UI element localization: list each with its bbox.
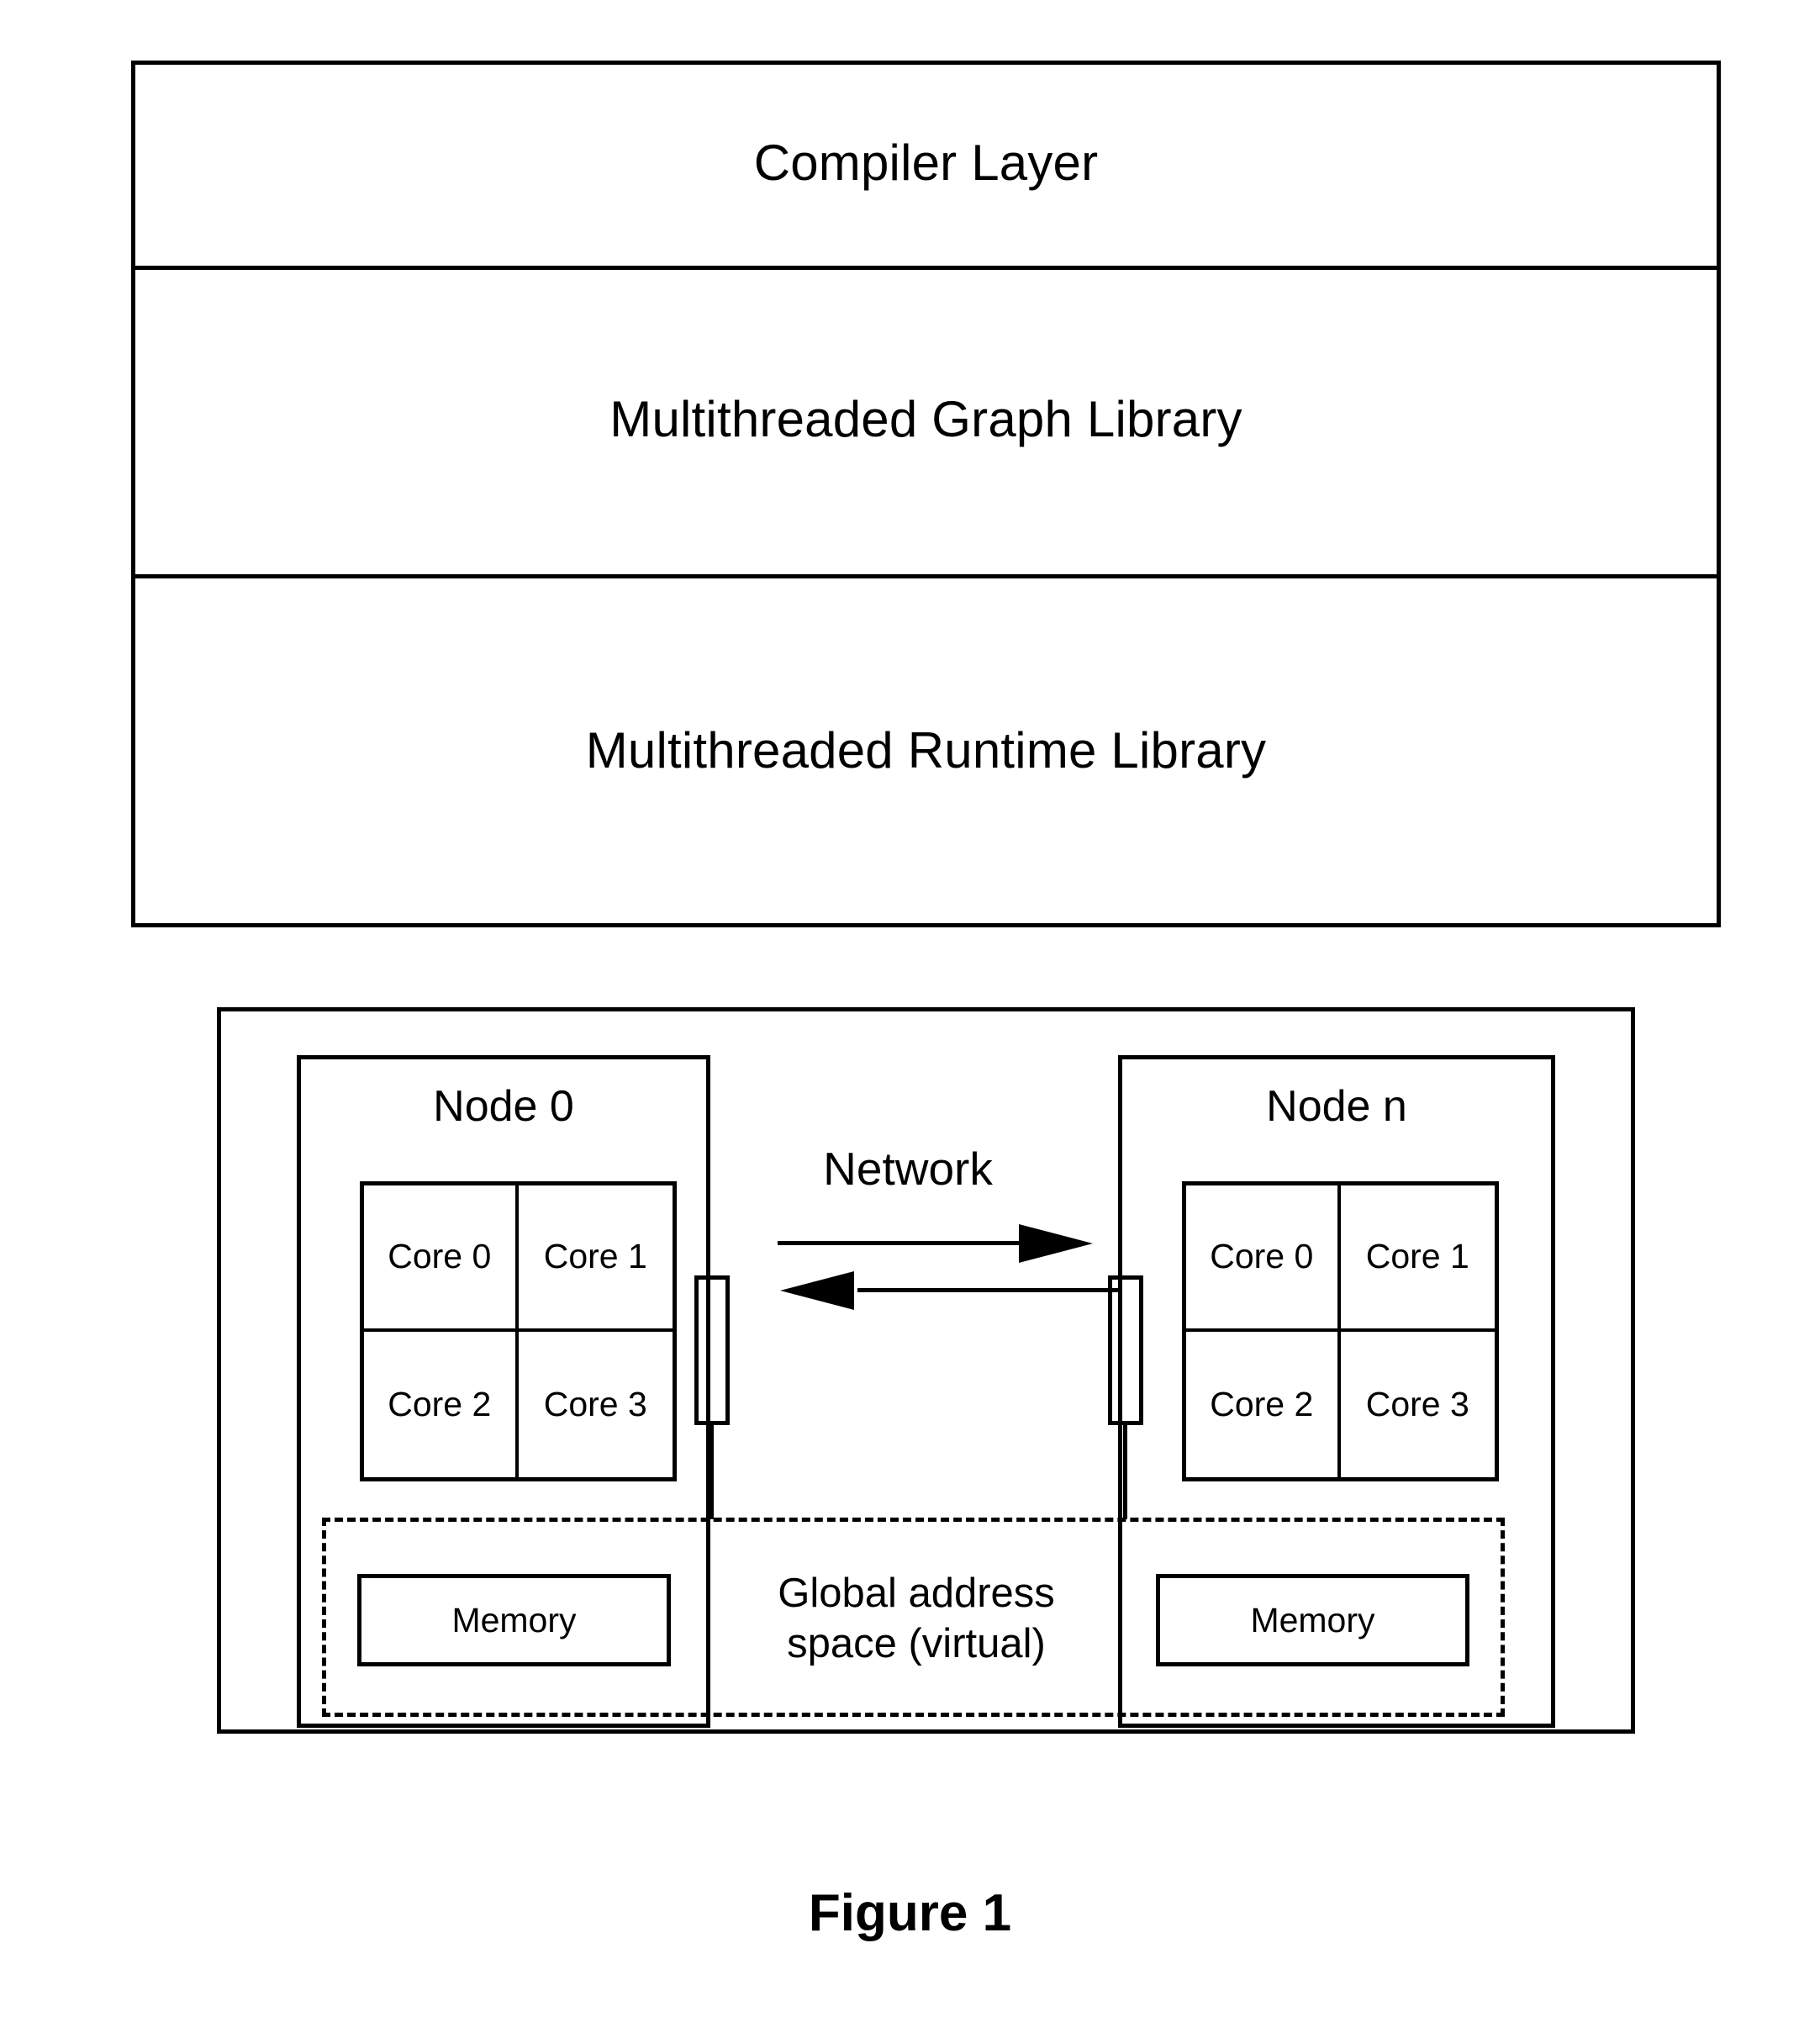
node-0-core-grid: Core 0 Core 1 Core 2 Core 3 bbox=[360, 1181, 677, 1481]
layer-label-runtime-library: Multithreaded Runtime Library bbox=[585, 721, 1267, 779]
node-n-core-1: Core 1 bbox=[1340, 1185, 1495, 1332]
node-n-core-grid: Core 0 Core 1 Core 2 Core 3 bbox=[1182, 1181, 1499, 1481]
node-0-nic-to-gas-connector bbox=[710, 1425, 714, 1519]
node-0-memory-box: Memory bbox=[357, 1574, 671, 1666]
node-n-memory-box: Memory bbox=[1156, 1574, 1469, 1666]
figure-caption: Figure 1 bbox=[808, 1884, 1012, 1942]
node-0-core-3: Core 3 bbox=[543, 1384, 647, 1423]
network-arrow-left-head bbox=[780, 1271, 854, 1310]
node-0-core-2: Core 2 bbox=[364, 1331, 519, 1477]
node-n-nic-to-gas-connector bbox=[1123, 1425, 1127, 1519]
node-n-core-0: Core 0 bbox=[1186, 1185, 1341, 1332]
network-arrow-right-head bbox=[1019, 1224, 1093, 1263]
network-label: Network bbox=[823, 1142, 993, 1195]
node-n-core-2: Core 2 bbox=[1186, 1331, 1341, 1477]
node-n-network-interface bbox=[1108, 1275, 1143, 1425]
network-arrow-right-shaft bbox=[778, 1241, 1038, 1245]
network-arrow-left-shaft bbox=[857, 1288, 1118, 1292]
node-0-core-0: Core 0 bbox=[364, 1185, 519, 1332]
layer-label-compiler: Compiler Layer bbox=[753, 134, 1099, 191]
node-n-title: Node n bbox=[1266, 1082, 1407, 1132]
figure-page: Compiler Layer Multithreaded Graph Libra… bbox=[0, 0, 1820, 2017]
node-0-core-1: Core 1 bbox=[518, 1185, 673, 1332]
layer-label-graph-library: Multithreaded Graph Library bbox=[609, 391, 1242, 448]
global-address-space-label: Global address space (virtual) bbox=[778, 1570, 1055, 1666]
node-n-core-3: Core 3 bbox=[1365, 1384, 1469, 1423]
node-0-network-interface bbox=[694, 1275, 730, 1425]
node-0-title: Node 0 bbox=[433, 1082, 574, 1132]
